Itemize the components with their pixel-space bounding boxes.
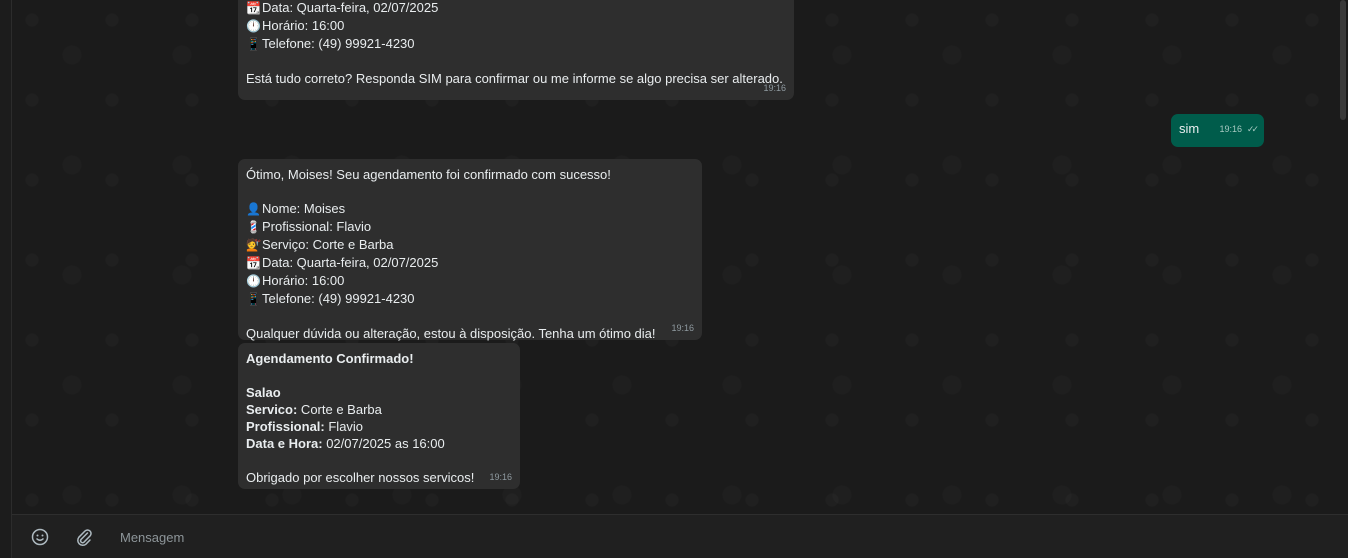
message-text: Horário: 16:00: [262, 18, 345, 33]
phone-icon: 📱: [246, 37, 261, 51]
message-text: Data: Quarta-feira, 02/07/2025: [262, 255, 439, 270]
datetime-label: Data e Hora:: [246, 436, 323, 451]
clock-icon: 🕛: [246, 274, 261, 288]
message-text: sim: [1179, 121, 1200, 136]
message-input[interactable]: Mensagem: [120, 530, 184, 545]
message-line: 💈Profissional: Flavio: [246, 218, 693, 236]
composer-bar: Mensagem: [12, 514, 1348, 558]
place-line: Salao: [246, 385, 281, 400]
message-text: Horário: 16:00: [262, 273, 345, 288]
message-line: 📱Telefone: (49) 99921-4230: [246, 290, 693, 308]
person-icon: 👤: [246, 202, 261, 216]
chat-area: 📆Data: Quarta-feira, 02/07/2025 🕛Horário:…: [12, 0, 1348, 514]
service-label: Servico:: [246, 402, 298, 417]
scrollbar[interactable]: [1340, 0, 1346, 514]
message-line: 📱Telefone: (49) 99921-4230: [246, 35, 785, 53]
datetime-line: Data e Hora: 02/07/2025 as 16:00: [246, 435, 511, 452]
professional-line: Profissional: Flavio: [246, 418, 511, 435]
message-time: 19:16: [1219, 124, 1242, 134]
message-text: Data: Quarta-feira, 02/07/2025: [262, 0, 439, 15]
incoming-message: 📆Data: Quarta-feira, 02/07/2025 🕛Horário:…: [238, 0, 794, 100]
message-title: Agendamento Confirmado!: [246, 351, 414, 366]
message-text: Está tudo correto? Responda SIM para con…: [246, 71, 783, 86]
message-line: 🕛Horário: 16:00: [246, 17, 785, 35]
paperclip-icon[interactable]: [74, 527, 94, 547]
barber-pole-icon: 💈: [246, 220, 261, 234]
incoming-message: Agendamento Confirmado! Salao Servico: C…: [238, 343, 520, 489]
incoming-message: Ótimo, Moises! Seu agendamento foi confi…: [238, 159, 702, 342]
message-text: Profissional: Flavio: [262, 219, 372, 234]
service-line: Servico: Corte e Barba: [246, 401, 511, 418]
left-edge: [0, 0, 12, 558]
message-text: Qualquer dúvida ou alteração, estou à di…: [246, 326, 656, 341]
professional-value: Flavio: [324, 419, 364, 434]
message-text: Serviço: Corte e Barba: [262, 237, 394, 252]
double-check-icon: ✓✓: [1246, 124, 1259, 134]
calendar-icon: 📆: [246, 256, 261, 270]
message-time: 19:16: [671, 323, 694, 333]
message-line: 💇Serviço: Corte e Barba: [246, 236, 693, 254]
message-time: 19:16: [489, 472, 512, 482]
message-text: Telefone: (49) 99921-4230: [262, 291, 415, 306]
message-text: Ótimo, Moises! Seu agendamento foi confi…: [246, 167, 611, 182]
footer-line: Obrigado por escolher nossos servicos!: [246, 470, 475, 485]
message-time: 19:16: [763, 83, 786, 93]
message-line: 📆Data: Quarta-feira, 02/07/2025: [246, 254, 693, 272]
calendar-icon: 📆: [246, 1, 261, 15]
service-value: Corte e Barba: [297, 402, 382, 417]
message-line: 👤Nome: Moises: [246, 200, 693, 218]
message-line: Ótimo, Moises! Seu agendamento foi confi…: [246, 166, 693, 183]
haircut-icon: 💇: [246, 238, 261, 252]
message-line: Qualquer dúvida ou alteração, estou à di…: [246, 325, 693, 342]
outgoing-message: sim 19:16 ✓✓: [1171, 114, 1264, 147]
message-line: 📆Data: Quarta-feira, 02/07/2025: [246, 0, 785, 17]
clock-icon: 🕛: [246, 19, 261, 33]
message-text: Telefone: (49) 99921-4230: [262, 36, 415, 51]
emoji-icon[interactable]: [30, 527, 50, 547]
professional-label: Profissional:: [246, 419, 325, 434]
message-text: Nome: Moises: [262, 201, 346, 216]
message-line: 🕛Horário: 16:00: [246, 272, 693, 290]
phone-icon: 📱: [246, 292, 261, 306]
scrollbar-thumb[interactable]: [1340, 0, 1346, 120]
datetime-value: 02/07/2025 as 16:00: [322, 436, 445, 451]
message-line: Está tudo correto? Responda SIM para con…: [246, 70, 785, 87]
